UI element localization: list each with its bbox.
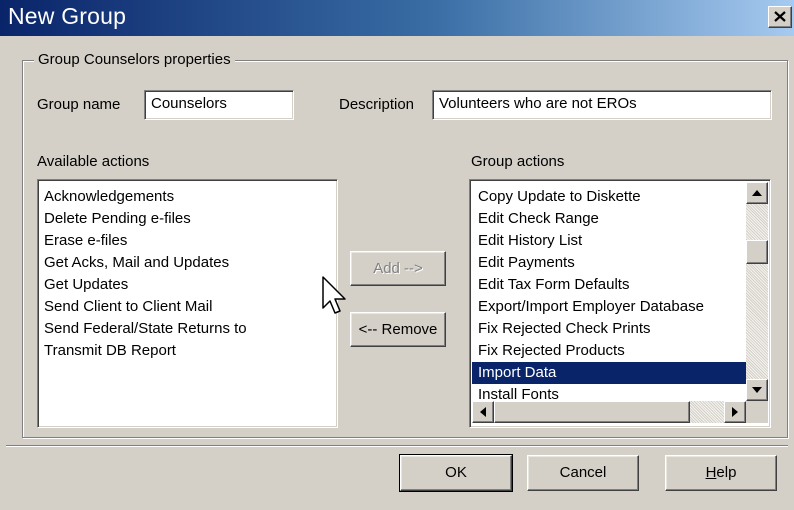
remove-button[interactable]: <-- Remove — [350, 312, 446, 347]
list-item[interactable]: Copy Update to Diskette — [472, 186, 746, 208]
list-item[interactable]: Fix Rejected Check Prints — [472, 318, 746, 340]
arrow-right-icon — [732, 407, 738, 417]
add-button-label: Add --> — [373, 260, 423, 277]
group-actions-label: Group actions — [471, 153, 565, 170]
remove-button-label: <-- Remove — [358, 321, 438, 338]
arrow-up-icon — [752, 190, 762, 196]
list-item[interactable]: Send Federal/State Returns to — [38, 318, 337, 340]
bottom-separator — [6, 445, 788, 447]
add-button[interactable]: Add --> — [350, 251, 446, 286]
list-item[interactable]: Send Client to Client Mail — [38, 296, 337, 318]
help-accelerator: H — [705, 464, 717, 481]
help-button-label: Help — [706, 464, 737, 481]
cancel-button-label: Cancel — [559, 464, 607, 481]
arrow-down-icon — [752, 387, 762, 393]
list-item[interactable]: Export/Import Employer Database — [472, 296, 746, 318]
description-input[interactable]: Volunteers who are not EROs — [432, 90, 772, 120]
available-actions-label: Available actions — [37, 153, 150, 170]
list-item[interactable]: Edit Tax Form Defaults — [472, 274, 746, 296]
vertical-scroll-track[interactable] — [746, 182, 768, 401]
ok-button-label: OK — [445, 464, 467, 481]
title-bar[interactable]: New Group — [0, 0, 794, 36]
arrow-left-icon — [480, 407, 486, 417]
ok-button[interactable]: OK — [399, 454, 513, 492]
list-item[interactable]: Erase e-files — [38, 230, 337, 252]
list-item[interactable]: Fix Rejected Products — [472, 340, 746, 362]
scroll-down-button[interactable] — [746, 379, 768, 401]
help-label-rest: elp — [716, 464, 737, 481]
list-item[interactable]: Edit Payments — [472, 252, 746, 274]
scroll-corner — [746, 401, 768, 423]
list-item[interactable]: Delete Pending e-files — [38, 208, 337, 230]
window-title: New Group — [8, 3, 127, 29]
list-item[interactable]: Get Acks, Mail and Updates — [38, 252, 337, 274]
group-properties-legend: Group Counselors properties — [34, 51, 235, 68]
cancel-button[interactable]: Cancel — [527, 455, 639, 491]
description-label: Description — [339, 96, 415, 113]
group-name-input[interactable]: Counselors — [144, 90, 294, 120]
list-item-selected[interactable]: Import Data — [472, 362, 746, 384]
mouse-pointer-icon — [322, 276, 348, 320]
group-actions-list[interactable]: Copy Update to Diskette Edit Check Range… — [469, 179, 771, 428]
help-button[interactable]: Help — [665, 455, 777, 491]
close-button[interactable] — [768, 6, 792, 28]
scroll-right-button[interactable] — [724, 401, 746, 423]
list-item[interactable]: Transmit DB Report — [38, 340, 337, 362]
scroll-up-button[interactable] — [746, 182, 768, 204]
list-item[interactable]: Acknowledgements — [38, 186, 337, 208]
close-icon — [774, 7, 786, 26]
available-actions-list[interactable]: Acknowledgements Delete Pending e-files … — [37, 179, 338, 428]
list-item[interactable]: Get Updates — [38, 274, 337, 296]
list-item[interactable]: Edit Check Range — [472, 208, 746, 230]
scroll-left-button[interactable] — [472, 401, 494, 423]
group-name-label: Group name — [37, 96, 121, 113]
list-item[interactable]: Edit History List — [472, 230, 746, 252]
vertical-scroll-thumb[interactable] — [746, 240, 768, 264]
horizontal-scroll-thumb[interactable] — [494, 401, 690, 423]
